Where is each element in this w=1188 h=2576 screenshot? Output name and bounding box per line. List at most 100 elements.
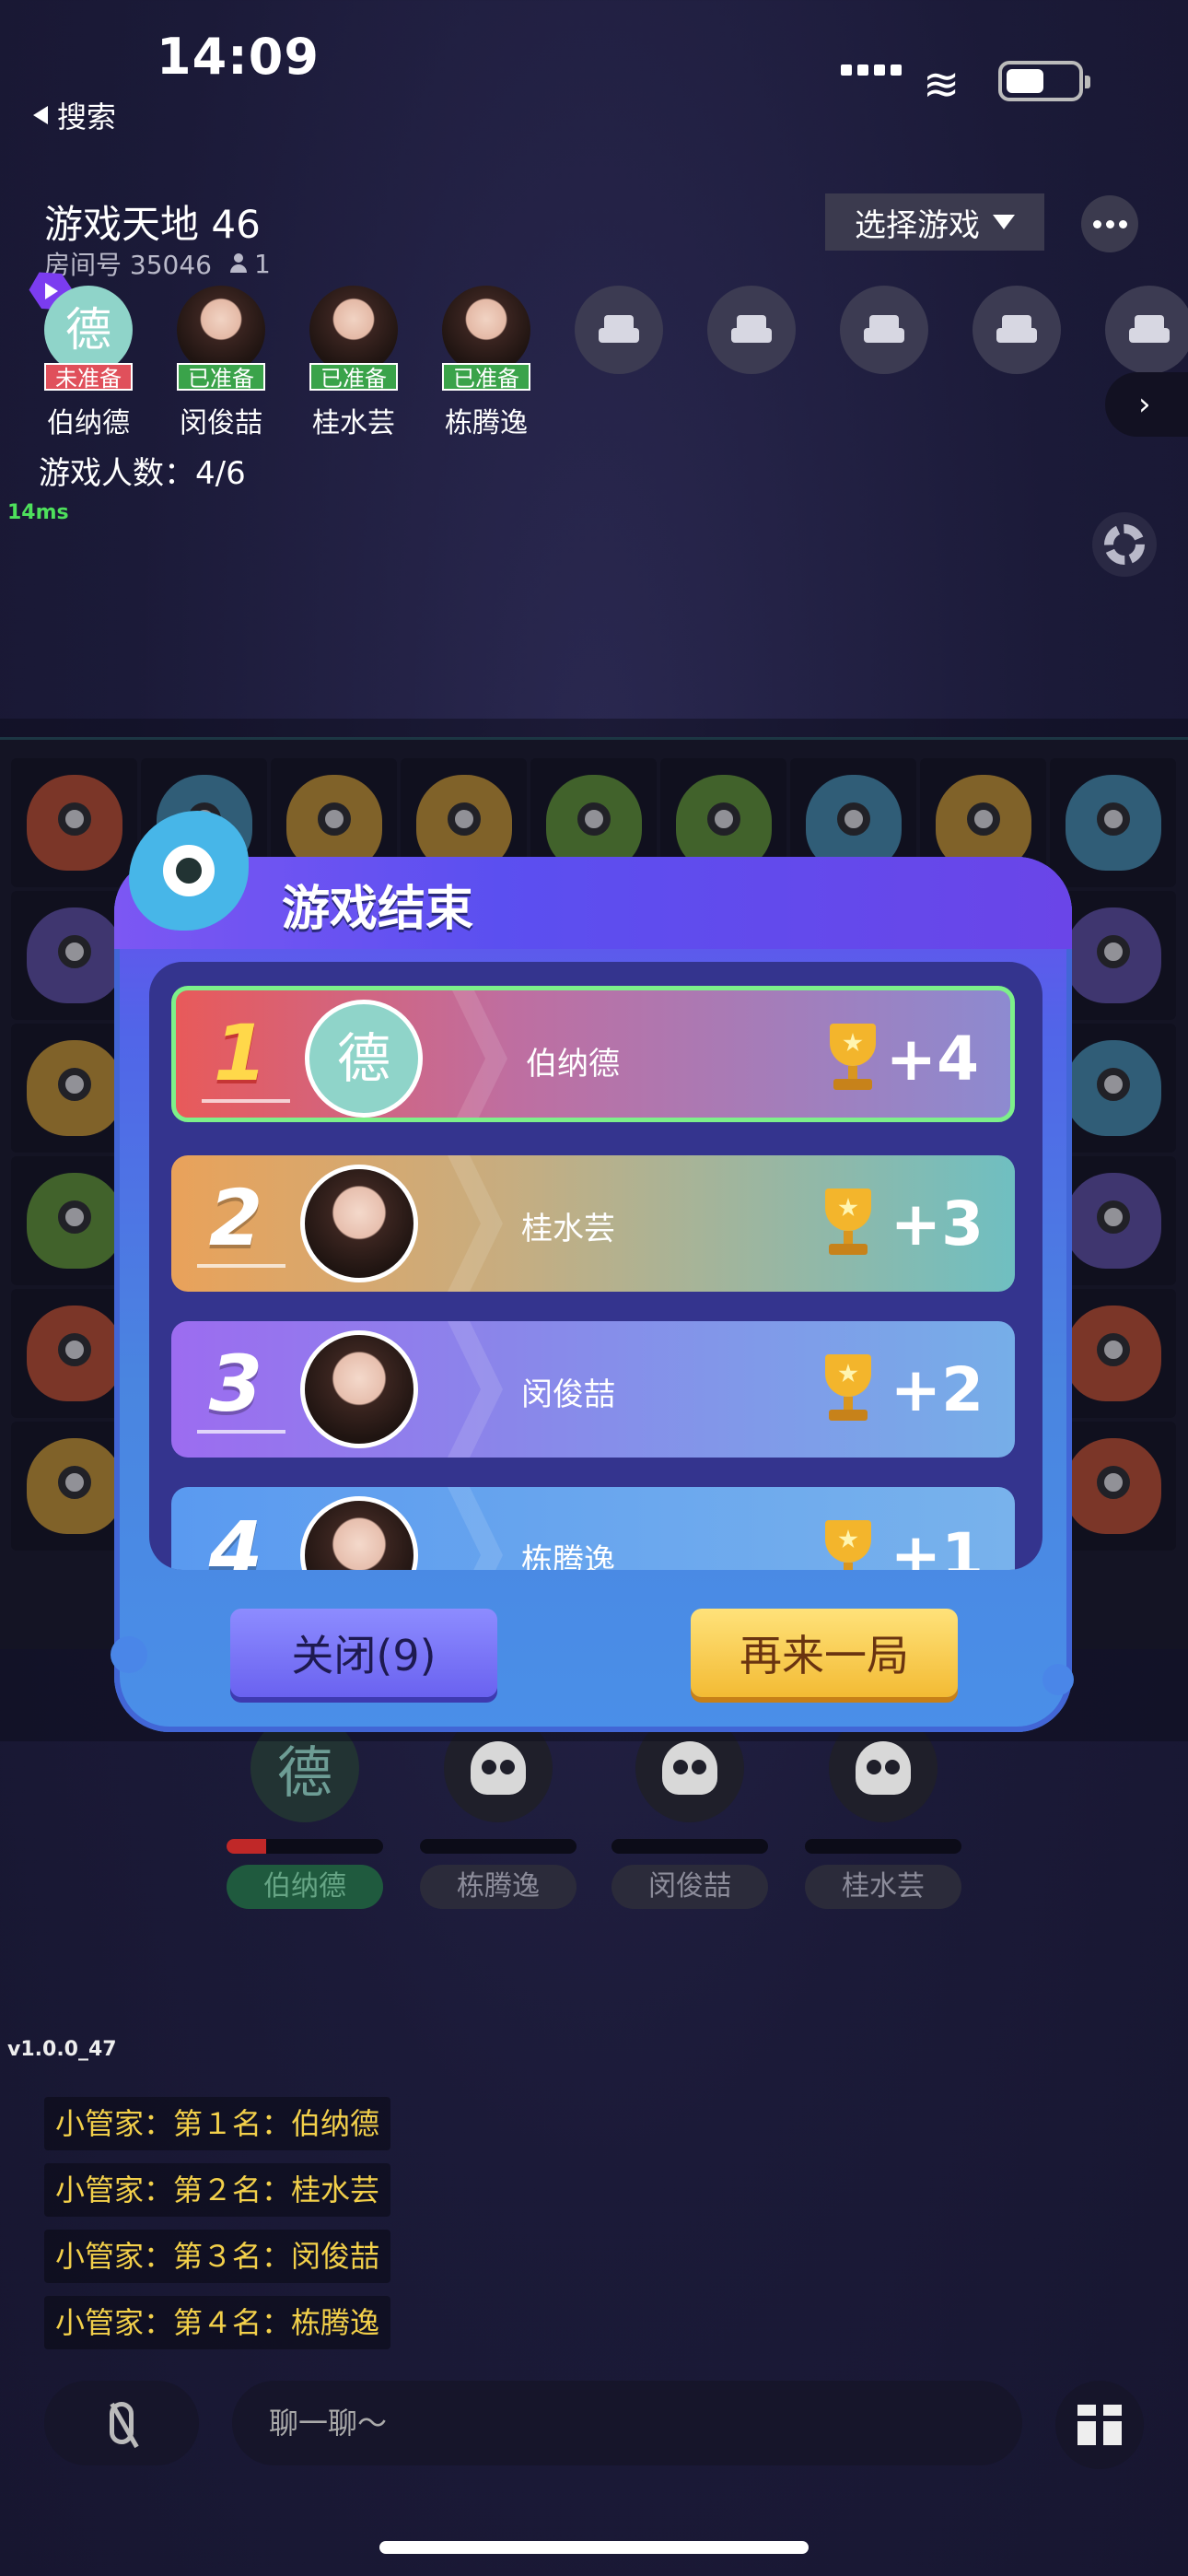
decor-dot bbox=[1042, 1664, 1074, 1695]
state-badge: 已准备 bbox=[442, 363, 530, 392]
more-options-button[interactable] bbox=[1081, 195, 1138, 252]
system-message: 小管家：第１名：伯纳德 bbox=[44, 2097, 391, 2150]
close-button[interactable]: 关闭(9) bbox=[230, 1609, 497, 1697]
version-label: v1.0.0_47 bbox=[7, 2038, 117, 2061]
decor-dot bbox=[111, 1636, 147, 1673]
ranking-list[interactable]: 1 德 伯纳德 +4 2 桂水芸 +3 3 闵俊喆 +2 4 栋腾逸 +1 bbox=[149, 962, 1042, 1570]
empty-seat[interactable] bbox=[840, 286, 928, 374]
name-pill: 桂水芸 bbox=[805, 1865, 961, 1909]
ranking-row: 4 栋腾逸 +1 bbox=[171, 1487, 1015, 1570]
chat-input[interactable] bbox=[232, 2381, 1022, 2465]
sofa-icon bbox=[996, 315, 1037, 345]
status-time: 14:09 bbox=[157, 28, 320, 86]
state-badge: 已准备 bbox=[309, 363, 398, 392]
avatar bbox=[300, 1330, 418, 1448]
skull-icon bbox=[856, 1741, 911, 1795]
home-indicator bbox=[379, 2541, 809, 2554]
skull-icon bbox=[471, 1741, 526, 1795]
avatar bbox=[177, 286, 265, 374]
chevron-right-icon: › bbox=[1138, 386, 1151, 423]
avatar: 德 bbox=[44, 286, 133, 374]
empty-seat[interactable] bbox=[575, 286, 663, 374]
battery-icon bbox=[998, 61, 1090, 101]
rank-number: 1 bbox=[213, 1008, 268, 1098]
person-icon bbox=[228, 253, 249, 274]
room-info: 房间号 35046 1 bbox=[44, 245, 271, 282]
sofa-icon bbox=[1129, 315, 1170, 345]
seat-2[interactable]: 已准备 闵俊喆 bbox=[177, 286, 265, 440]
hp-bar bbox=[611, 1839, 768, 1854]
select-game-button[interactable]: 选择游戏 bbox=[825, 193, 1044, 251]
player-name: 栋腾逸 bbox=[521, 1542, 615, 1570]
hp-bar bbox=[420, 1839, 577, 1854]
name-pill: 闵俊喆 bbox=[611, 1865, 768, 1909]
bottom-player-3: 闵俊喆 bbox=[611, 1714, 768, 1909]
empty-seat[interactable] bbox=[707, 286, 796, 374]
back-to-search-button[interactable]: 搜索 bbox=[33, 94, 116, 136]
settings-button[interactable] bbox=[1092, 512, 1157, 577]
trophy-icon bbox=[816, 1354, 880, 1424]
state-badge: 未准备 bbox=[44, 363, 133, 392]
rank-number: 2 bbox=[208, 1173, 263, 1263]
score-delta: +1 bbox=[890, 1520, 984, 1570]
name-pill: 栋腾逸 bbox=[420, 1865, 577, 1909]
rank-number: 4 bbox=[208, 1505, 263, 1570]
back-search-label: 搜索 bbox=[57, 100, 117, 135]
sofa-icon bbox=[731, 315, 772, 345]
avatar bbox=[442, 286, 530, 374]
name-pill: 伯纳德 bbox=[227, 1865, 383, 1909]
dropdown-arrow-icon bbox=[993, 215, 1015, 229]
empty-seat[interactable] bbox=[1105, 286, 1188, 374]
seat-name: 栋腾逸 bbox=[445, 407, 528, 439]
seat-1[interactable]: 德 未准备 伯纳德 bbox=[44, 286, 133, 440]
bottom-player-2: 栋腾逸 bbox=[420, 1714, 577, 1909]
skull-icon bbox=[662, 1741, 717, 1795]
ranking-row: 2 桂水芸 +3 bbox=[171, 1155, 1015, 1292]
back-arrow-icon bbox=[33, 106, 48, 124]
hp-bar bbox=[227, 1839, 383, 1854]
seat-name: 桂水芸 bbox=[312, 407, 395, 439]
system-message: 小管家：第３名：闵俊喆 bbox=[44, 2230, 391, 2283]
online-count: 1 bbox=[253, 248, 271, 279]
player-name: 伯纳德 bbox=[526, 1046, 620, 1083]
mic-off-icon bbox=[110, 2402, 134, 2444]
system-message: 小管家：第２名：桂水芸 bbox=[44, 2163, 391, 2217]
room-title: 游戏天地 46 bbox=[44, 202, 261, 247]
player-name: 闵俊喆 bbox=[521, 1376, 615, 1413]
sofa-icon bbox=[599, 315, 639, 345]
wifi-icon: ≋ bbox=[923, 59, 961, 111]
gift-icon bbox=[1077, 2405, 1122, 2445]
ranking-row: 1 德 伯纳德 +4 bbox=[171, 986, 1015, 1122]
modal-header bbox=[114, 857, 1072, 949]
sofa-icon bbox=[864, 315, 904, 345]
cellular-signal-icon bbox=[841, 64, 902, 76]
select-game-label: 选择游戏 bbox=[855, 206, 980, 244]
ranking-row: 3 闵俊喆 +2 bbox=[171, 1321, 1015, 1458]
empty-seat[interactable] bbox=[973, 286, 1061, 374]
seat-name: 闵俊喆 bbox=[180, 407, 262, 439]
gear-icon bbox=[1104, 524, 1145, 565]
room-id: 房间号 35046 bbox=[44, 250, 212, 280]
seat-4[interactable]: 已准备 栋腾逸 bbox=[442, 286, 530, 440]
ping-indicator: 14ms bbox=[7, 501, 69, 524]
seat-name: 伯纳德 bbox=[47, 407, 130, 439]
rank-number: 3 bbox=[208, 1339, 263, 1429]
play-again-button[interactable]: 再来一局 bbox=[691, 1609, 958, 1697]
trophy-icon bbox=[816, 1520, 880, 1570]
bottom-player-4: 桂水芸 bbox=[805, 1714, 961, 1909]
avatar: 德 bbox=[305, 1000, 423, 1118]
avatar bbox=[300, 1496, 418, 1570]
seat-3[interactable]: 已准备 桂水芸 bbox=[309, 286, 398, 440]
trophy-icon bbox=[816, 1188, 880, 1259]
system-message: 小管家：第４名：栋腾逸 bbox=[44, 2296, 391, 2349]
seats-next-button[interactable]: › bbox=[1105, 372, 1188, 437]
hp-bar bbox=[805, 1839, 961, 1854]
score-delta: +3 bbox=[890, 1188, 984, 1259]
players-count: 游戏人数：4/6 bbox=[39, 455, 246, 492]
state-badge: 已准备 bbox=[177, 363, 265, 392]
gift-button[interactable] bbox=[1055, 2381, 1144, 2469]
mic-toggle-button[interactable] bbox=[44, 2381, 199, 2465]
score-delta: +4 bbox=[885, 1024, 979, 1095]
player-name: 桂水芸 bbox=[521, 1211, 615, 1247]
hp-fill bbox=[227, 1839, 266, 1854]
